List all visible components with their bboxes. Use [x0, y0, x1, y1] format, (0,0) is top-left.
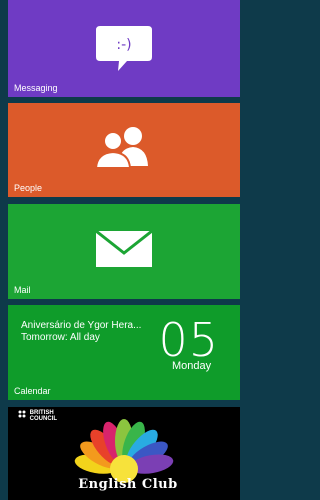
people-icon [91, 126, 157, 173]
english-club-title: English Club [78, 477, 178, 492]
calendar-event-title: Aniversário de Ygor Hera... [21, 320, 142, 331]
calendar-event: Aniversário de Ygor Hera... Tomorrow: Al… [21, 320, 181, 344]
mail-tile[interactable]: Mail [8, 204, 240, 299]
envelope-icon [95, 229, 153, 272]
mail-label: Mail [14, 285, 31, 295]
calendar-event-time: Tomorrow: All day [21, 332, 100, 343]
calendar-weekday: Monday [172, 360, 212, 372]
people-label: People [14, 183, 43, 193]
messaging-label: Messaging [14, 83, 58, 93]
calendar-tile[interactable]: Aniversário de Ygor Hera... Tomorrow: Al… [8, 305, 240, 400]
messaging-tile[interactable]: :-) Messaging [8, 0, 240, 97]
english-club-tile[interactable]: BRITISH COUNCIL English Club [8, 407, 240, 500]
people-tile[interactable]: People [8, 103, 240, 197]
calendar-label: Calendar [14, 386, 51, 396]
calendar-day-number: 05 [158, 313, 219, 367]
emoticon-text: :-) [116, 37, 131, 53]
speech-bubble-icon: :-) [94, 24, 154, 79]
